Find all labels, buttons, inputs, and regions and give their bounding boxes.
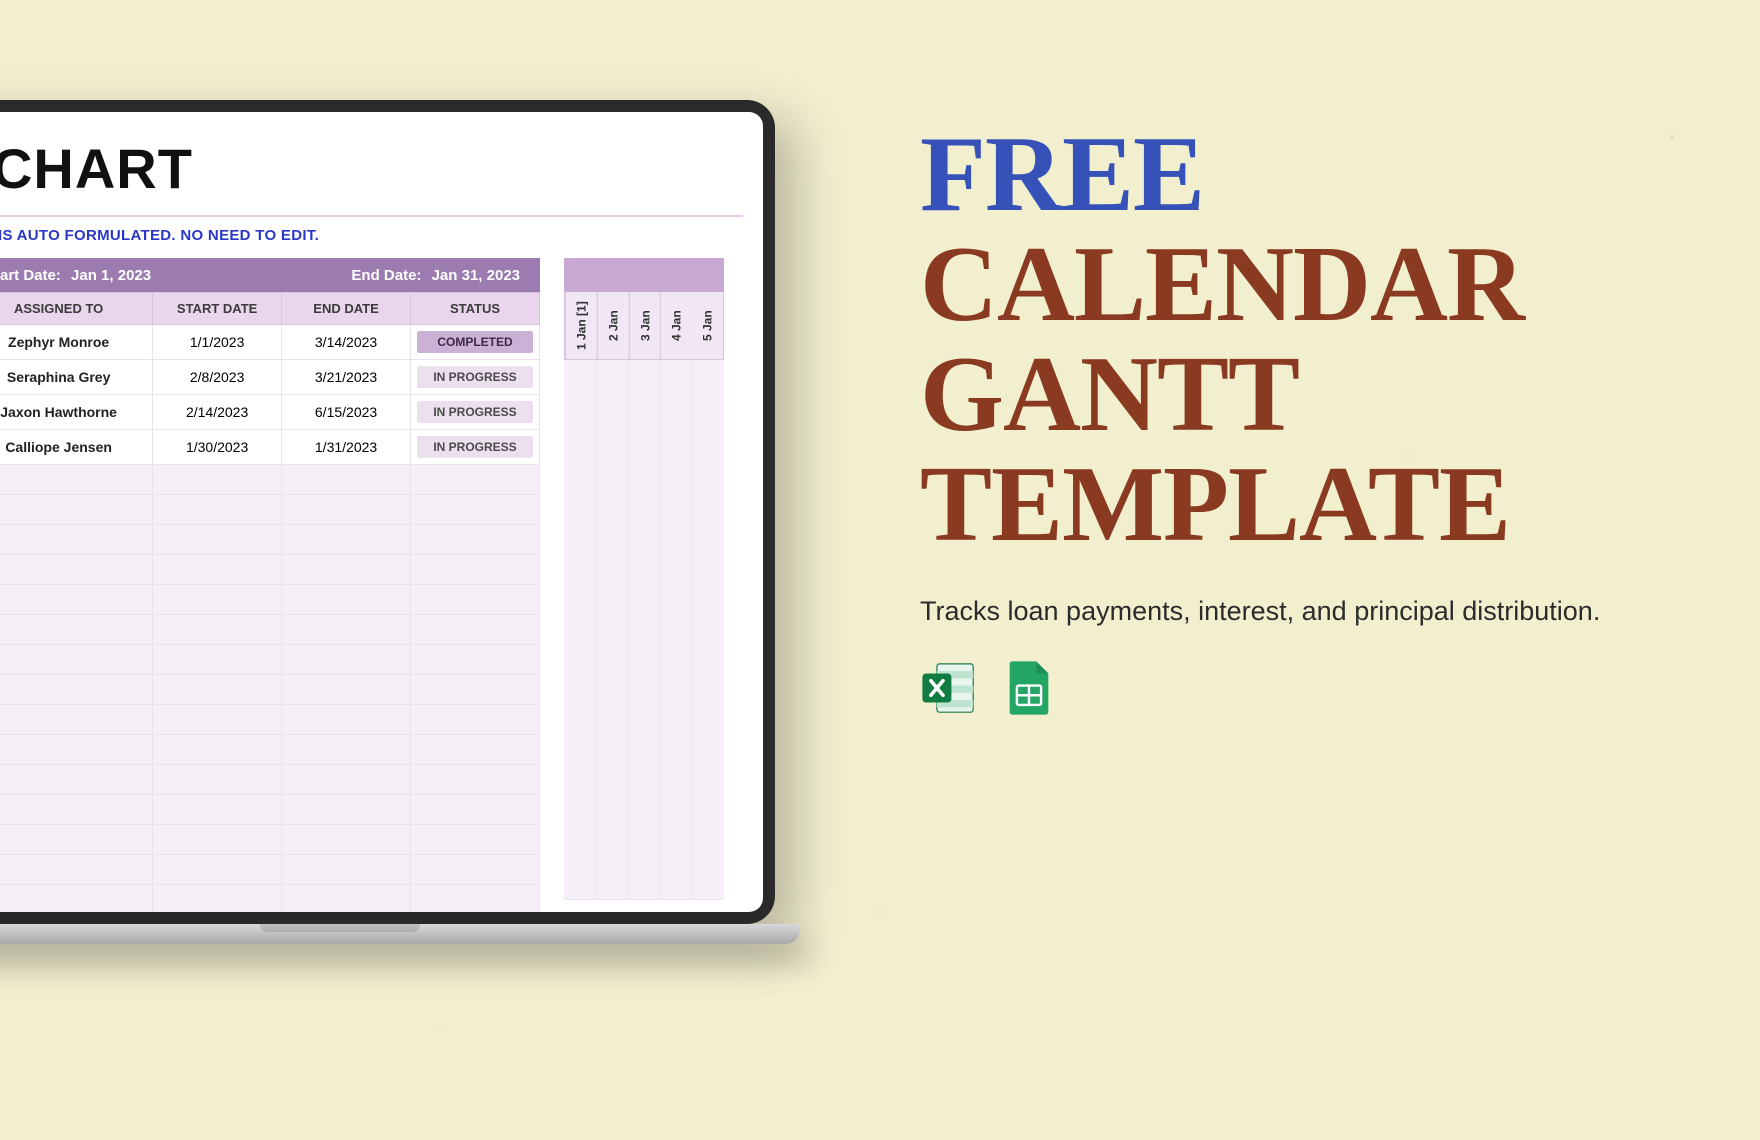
cell-start[interactable]: 1/30/2023	[153, 430, 282, 465]
laptop-base	[0, 924, 800, 944]
table-row: Jaxon Hawthorne2/14/20236/15/2023IN PROG…	[0, 395, 540, 430]
timeline-day: 4 Jan	[660, 292, 692, 359]
timeline-day: 1 Jan [1]	[565, 292, 597, 359]
cell-status[interactable]: IN PROGRESS	[411, 395, 540, 430]
promo-heading: FREE CALENDAR GANTT TEMPLATE	[920, 120, 1680, 561]
table-row: Zephyr Monroe1/1/20233/14/2023COMPLETED	[0, 325, 540, 360]
col-start: START DATE	[153, 293, 282, 325]
col-status: STATUS	[411, 293, 540, 325]
table-row	[0, 885, 540, 913]
col-assigned: ASSIGNED TO	[0, 293, 153, 325]
table-row: Seraphina Grey2/8/20233/21/2023IN PROGRE…	[0, 360, 540, 395]
excel-icon	[920, 659, 978, 717]
cell-status[interactable]: IN PROGRESS	[411, 360, 540, 395]
chart-title: TT CHART	[0, 130, 743, 215]
header-row: TASK ASSIGNED TO START DATE END DATE STA…	[0, 293, 540, 325]
table-row	[0, 825, 540, 855]
format-icons	[920, 659, 1680, 717]
timeline-col	[564, 360, 596, 900]
table-row	[0, 735, 540, 765]
timeline-day: 2 Jan	[597, 292, 629, 359]
end-date-label: End Date:	[351, 267, 421, 284]
promo-free: FREE	[920, 120, 1680, 230]
cell-end[interactable]: 3/14/2023	[282, 325, 411, 360]
promo-description: Tracks loan payments, interest, and prin…	[920, 593, 1680, 629]
cell-end[interactable]: 6/15/2023	[282, 395, 411, 430]
cell-start[interactable]: 2/8/2023	[153, 360, 282, 395]
table-row	[0, 855, 540, 885]
timeline-col	[628, 360, 660, 900]
table-row	[0, 645, 540, 675]
timeline-header	[564, 258, 724, 292]
table-row	[0, 555, 540, 585]
cell-assigned[interactable]: Seraphina Grey	[0, 360, 153, 395]
screen-bezel: TT CHART NTT CHART IS AUTO FORMULATED. N…	[0, 100, 775, 924]
timeline-col	[596, 360, 628, 900]
promo-line3: TEMPLATE	[920, 450, 1680, 560]
timeline-body	[564, 360, 724, 900]
cell-end[interactable]: 1/31/2023	[282, 430, 411, 465]
cell-assigned[interactable]: Zephyr Monroe	[0, 325, 153, 360]
timeline-col	[661, 360, 693, 900]
timeline-day: 3 Jan	[629, 292, 661, 359]
table-row	[0, 585, 540, 615]
cell-status[interactable]: COMPLETED	[411, 325, 540, 360]
google-sheets-icon	[1000, 659, 1058, 717]
promo-line2: GANTT	[920, 340, 1680, 450]
table-row	[0, 705, 540, 735]
start-date-value: Jan 1, 2023	[71, 267, 151, 284]
table-row	[0, 495, 540, 525]
table-row	[0, 525, 540, 555]
cell-status[interactable]: IN PROGRESS	[411, 430, 540, 465]
promo-line1: CALENDAR	[920, 230, 1680, 340]
task-table: Start Date: Jan 1, 2023 End Date: Jan 31…	[0, 258, 540, 912]
cell-assigned[interactable]: Calliope Jensen	[0, 430, 153, 465]
cell-start[interactable]: 1/1/2023	[153, 325, 282, 360]
promo-text: FREE CALENDAR GANTT TEMPLATE Tracks loan…	[920, 120, 1680, 717]
table-row	[0, 795, 540, 825]
start-date-label: Start Date:	[0, 267, 61, 284]
laptop-mockup: TT CHART NTT CHART IS AUTO FORMULATED. N…	[0, 100, 775, 944]
table-row	[0, 765, 540, 795]
cell-start[interactable]: 2/14/2023	[153, 395, 282, 430]
spreadsheet-screen: TT CHART NTT CHART IS AUTO FORMULATED. N…	[0, 112, 763, 912]
table-row	[0, 675, 540, 705]
timeline-day: 5 Jan	[692, 292, 723, 359]
date-range-bar: Start Date: Jan 1, 2023 End Date: Jan 31…	[0, 258, 540, 292]
table-row: Calliope Jensen1/30/20231/31/2023IN PROG…	[0, 430, 540, 465]
timeline-days: 1 Jan [1]2 Jan3 Jan4 Jan5 Jan	[564, 292, 724, 360]
divider	[0, 215, 743, 217]
col-end: END DATE	[282, 293, 411, 325]
cell-end[interactable]: 3/21/2023	[282, 360, 411, 395]
end-date-value: Jan 31, 2023	[432, 267, 520, 284]
auto-formula-note: NTT CHART IS AUTO FORMULATED. NO NEED TO…	[0, 227, 743, 244]
cell-assigned[interactable]: Jaxon Hawthorne	[0, 395, 153, 430]
timeline-col	[693, 360, 724, 900]
table-row	[0, 615, 540, 645]
timeline-panel: 1 Jan [1]2 Jan3 Jan4 Jan5 Jan	[564, 258, 724, 912]
table-row	[0, 465, 540, 495]
